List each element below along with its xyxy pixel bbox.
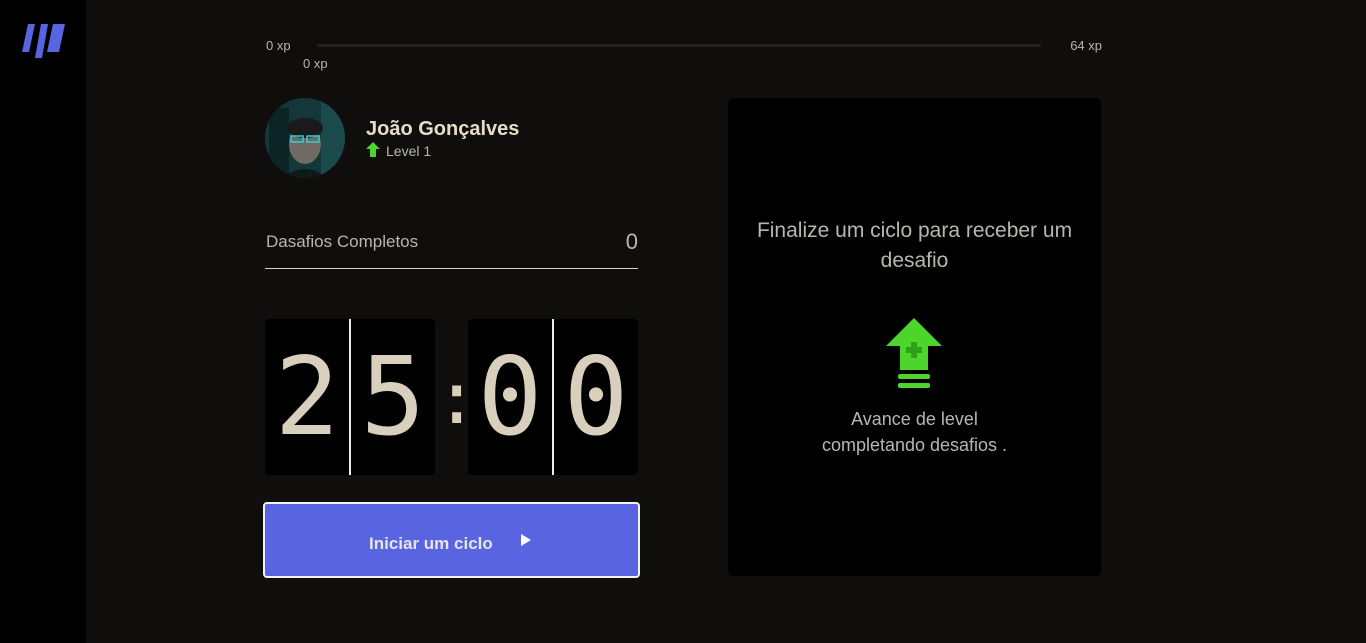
challenge-card: Finalize um ciclo para receber um desafi… (728, 98, 1101, 576)
start-cycle-button[interactable]: Iniciar um ciclo (263, 502, 640, 578)
level-up-arrow-icon (366, 142, 380, 157)
xp-min-label: 0 xp (266, 38, 291, 53)
challenge-card-hint-line2: completando desafios . (821, 435, 1008, 455)
countdown: 2 5 : 0 0 (265, 319, 638, 475)
level-label: Level 1 (386, 143, 432, 159)
level-up-arrow-icon (886, 318, 942, 388)
completed-challenges-label: Dasafios Completos (266, 232, 419, 251)
xp-max-label: 64 xp (1070, 38, 1102, 53)
play-icon (521, 534, 531, 546)
challenge-card-hint: Avance de level completando desafios . (748, 406, 1081, 458)
countdown-separator: : (435, 356, 479, 440)
challenge-card-hint-line1: Avance de level (851, 409, 978, 429)
profile: João Gonçalves Level 1 (265, 98, 638, 178)
minute-tens-digit: 2 (274, 335, 340, 460)
user-name: João Gonçalves (366, 118, 520, 140)
seconds-box: 0 0 (468, 319, 638, 475)
xp-current-label: 0 xp (303, 56, 328, 71)
start-cycle-label: Iniciar um ciclo (369, 534, 493, 553)
completed-challenges-count: 0 (625, 229, 638, 254)
avatar (265, 98, 345, 178)
logo-icon[interactable] (22, 22, 66, 60)
second-ones-digit: 0 (563, 335, 629, 460)
xp-track (317, 44, 1041, 47)
experience-bar: 0 xp 64 xp 0 xp (266, 36, 1102, 76)
minute-ones-digit: 5 (360, 335, 426, 460)
minutes-box: 2 5 (265, 319, 435, 475)
challenge-card-title: Finalize um ciclo para receber um desafi… (756, 219, 1073, 272)
completed-challenges: Dasafios Completos 0 (265, 222, 638, 269)
second-tens-digit: 0 (477, 335, 543, 460)
sidebar (0, 0, 86, 643)
